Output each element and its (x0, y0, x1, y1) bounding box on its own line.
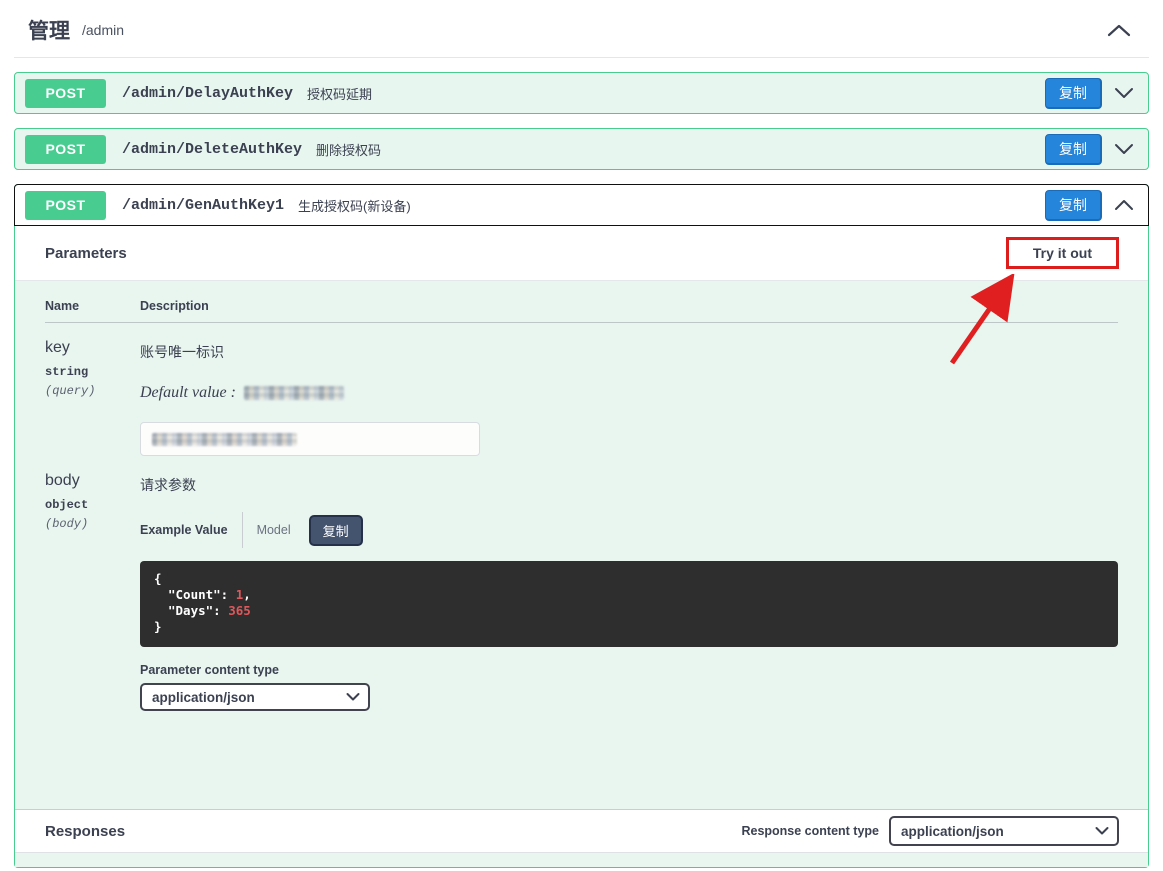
example-json-code: { "Count": 1, "Days": 365 } (140, 561, 1118, 647)
parameter-content-type-label: Parameter content type (140, 663, 1118, 677)
response-content-type-select[interactable]: application/json (889, 816, 1119, 846)
endpoint-path: /admin/DeleteAuthKey (122, 141, 302, 158)
responses-header: Responses Response content type applicat… (15, 809, 1148, 853)
parameter-row-body: body object (body) 请求参数 Example Value Mo… (45, 456, 1118, 809)
tab-model[interactable]: Model (257, 523, 291, 537)
parameters-header: Parameters Try it out (15, 226, 1148, 281)
annotation-red-box: Try it out (1006, 237, 1119, 269)
endpoint-summary[interactable]: POST /admin/DelayAuthKey 授权码延期 复制 (15, 73, 1148, 113)
responses-title: Responses (45, 823, 125, 840)
endpoint-description: 删除授权码 (316, 140, 381, 159)
param-type: object (45, 498, 140, 512)
method-badge: POST (25, 135, 106, 164)
method-badge: POST (25, 191, 106, 220)
endpoint-expanded-panel: Parameters Try it out Name Descriptio (15, 226, 1148, 867)
method-badge: POST (25, 79, 106, 108)
copy-button[interactable]: 复制 (1045, 78, 1102, 109)
parameters-table: Name Description key string (query) 账号唯一… (15, 281, 1148, 809)
tab-divider (242, 512, 243, 548)
example-model-tabs: Example Value Model 复制 (140, 512, 1118, 548)
responses-body (15, 853, 1148, 867)
endpoint-description: 生成授权码(新设备) (298, 196, 411, 215)
response-content-type-label: Response content type (741, 824, 879, 838)
parameters-table-head: Name Description (45, 281, 1118, 323)
redacted-input-value (152, 433, 297, 446)
try-it-out-button[interactable]: Try it out (1009, 240, 1116, 266)
endpoint-delete-auth-key: POST /admin/DeleteAuthKey 删除授权码 复制 (14, 128, 1149, 170)
response-content-type: Response content type application/json (741, 816, 1119, 846)
chevron-down-icon[interactable] (1114, 143, 1134, 155)
endpoint-description: 授权码延期 (307, 84, 372, 103)
param-description: 请求参数 (140, 472, 1118, 495)
param-type: string (45, 365, 140, 379)
code-line-days: "Days": 365 (154, 603, 1104, 619)
redacted-default-value (244, 386, 344, 400)
parameter-row-key: key string (query) 账号唯一标识 Default value … (45, 323, 1118, 456)
name-column-header: Name (45, 299, 140, 313)
section-collapse-button[interactable] (1103, 20, 1135, 41)
endpoint-path: /admin/GenAuthKey1 (122, 197, 284, 214)
chevron-up-icon[interactable] (1114, 199, 1134, 211)
endpoint-path: /admin/DelayAuthKey (122, 85, 293, 102)
endpoint-summary[interactable]: POST /admin/DeleteAuthKey 删除授权码 复制 (15, 129, 1148, 169)
endpoint-delay-auth-key: POST /admin/DelayAuthKey 授权码延期 复制 (14, 72, 1149, 114)
api-doc-page: 管理 /admin POST /admin/DelayAuthKey 授权码延期… (0, 0, 1163, 868)
default-value-label: Default value : (140, 384, 236, 402)
code-brace-close: } (154, 619, 1104, 635)
param-location: (body) (45, 517, 140, 531)
section-path: /admin (82, 22, 124, 38)
copy-button[interactable]: 复制 (1045, 134, 1102, 165)
param-name: key (45, 339, 140, 357)
default-value-line: Default value : (140, 384, 1118, 402)
code-line-count: "Count": 1, (154, 587, 1104, 603)
description-column-header: Description (140, 299, 1118, 313)
key-value-input[interactable] (140, 422, 480, 456)
parameter-content-type-select[interactable]: application/json (140, 683, 370, 711)
copy-example-button[interactable]: 复制 (309, 515, 363, 546)
endpoint-summary[interactable]: POST /admin/GenAuthKey1 生成授权码(新设备) 复制 (14, 184, 1149, 226)
section-header-admin: 管理 /admin (14, 0, 1149, 58)
param-description: 账号唯一标识 (140, 339, 1118, 362)
endpoint-gen-auth-key1: POST /admin/GenAuthKey1 生成授权码(新设备) 复制 Pa… (14, 184, 1149, 868)
copy-button[interactable]: 复制 (1045, 190, 1102, 221)
parameters-title: Parameters (45, 245, 127, 262)
section-title: 管理 (28, 15, 70, 45)
chevron-up-icon (1107, 24, 1131, 37)
tab-example-value[interactable]: Example Value (140, 523, 228, 537)
chevron-down-icon[interactable] (1114, 87, 1134, 99)
param-location: (query) (45, 384, 140, 398)
param-name: body (45, 472, 140, 490)
code-brace-open: { (154, 571, 1104, 587)
